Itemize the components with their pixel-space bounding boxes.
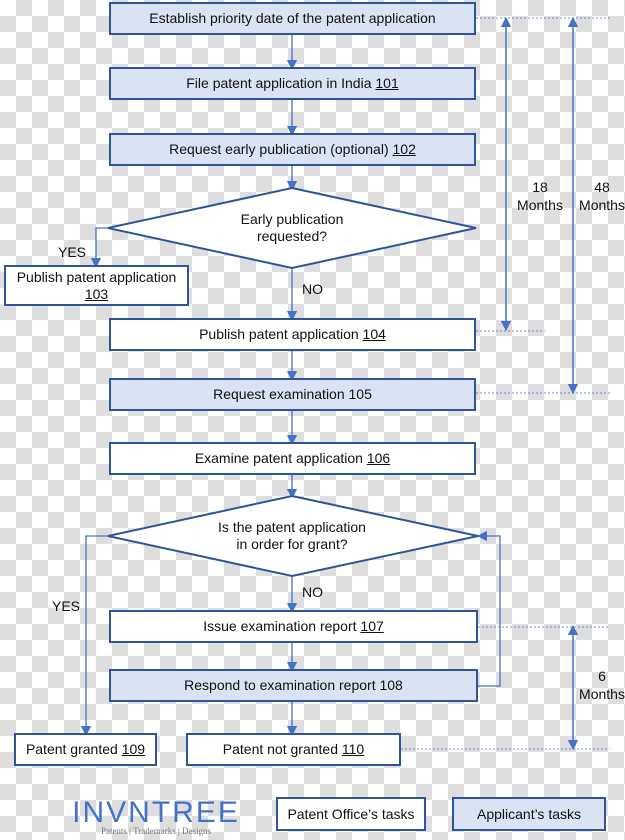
step-108: Respond to examination report 108 bbox=[109, 669, 478, 702]
label-no-2: NO bbox=[302, 584, 323, 600]
step-text: Patent not granted 110 bbox=[222, 741, 365, 757]
step-text: Establish priority date of the patent ap… bbox=[149, 10, 436, 26]
legend-text: Patent Office’s tasks bbox=[287, 805, 415, 822]
label-no-1: NO bbox=[302, 281, 323, 297]
step-104: Publish patent application 104 bbox=[109, 318, 476, 351]
step-text: Publish patent application 104 bbox=[199, 326, 386, 342]
step-106: Examine patent application 106 bbox=[109, 442, 476, 475]
step-text: Examine patent application 106 bbox=[194, 450, 391, 466]
duration-18-months: 18 Months bbox=[517, 179, 563, 213]
step-101: File patent application in India 101 bbox=[109, 67, 476, 100]
label-yes-1: YES bbox=[58, 244, 87, 260]
step-107: Issue examination report 107 bbox=[109, 610, 478, 643]
step-text: Request examination 105 bbox=[213, 386, 372, 402]
step-text: Request early publication (optional) 102 bbox=[169, 141, 416, 157]
duration-48-months: 48 Months bbox=[579, 179, 625, 213]
legend-office-tasks: Patent Office’s tasks bbox=[276, 797, 426, 831]
step-103: Publish patent application 103 bbox=[4, 265, 189, 306]
patent-flowchart: INVNTREE Patents | Trademarks | Designs … bbox=[0, 0, 625, 840]
step-109: Patent granted 109 bbox=[14, 733, 157, 766]
step-text: Respond to examination report 108 bbox=[184, 677, 403, 693]
decision-1-text: Early publication requested? bbox=[240, 211, 344, 244]
step-105: Request examination 105 bbox=[109, 378, 476, 411]
logo-name: INVNTREE bbox=[72, 796, 240, 829]
step-text: Patent granted 109 bbox=[25, 741, 146, 757]
step-text: Publish patent application 103 bbox=[16, 268, 177, 302]
legend-text: Applicant’s tasks bbox=[476, 805, 581, 822]
step-102: Request early publication (optional) 102 bbox=[109, 133, 476, 166]
decision-2-text: Is the patent application in order for gr… bbox=[218, 519, 366, 552]
label-yes-2: YES bbox=[52, 598, 81, 614]
legend-applicant-tasks: Applicant’s tasks bbox=[452, 797, 606, 831]
step-priority-date: Establish priority date of the patent ap… bbox=[109, 2, 476, 35]
step-110: Patent not granted 110 bbox=[186, 733, 401, 766]
duration-6-months: 6 Months bbox=[579, 668, 625, 702]
logo-tagline: Patents | Trademarks | Designs bbox=[101, 826, 212, 836]
logo: INVNTREE Patents | Trademarks | Designs bbox=[72, 796, 240, 836]
step-text: File patent application in India 101 bbox=[186, 75, 399, 91]
connectors: INVNTREE Patents | Trademarks | Designs bbox=[72, 16, 610, 836]
step-text: Issue examination report 107 bbox=[203, 618, 384, 634]
